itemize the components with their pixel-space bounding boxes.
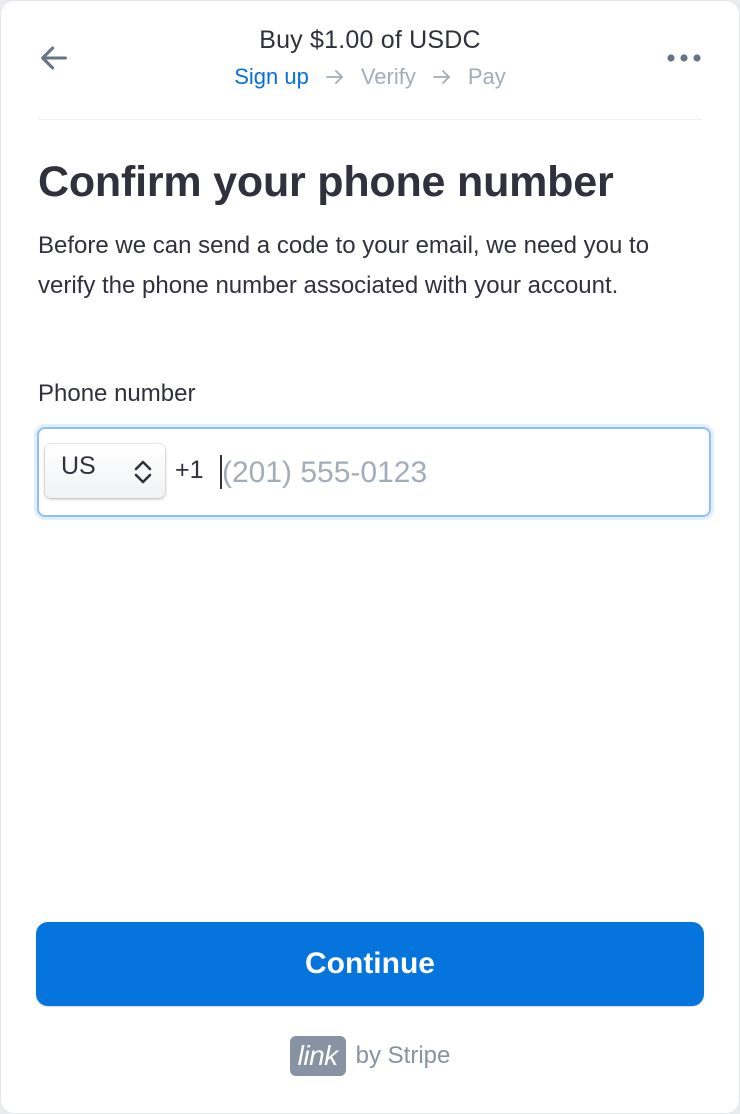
header-title: Buy $1.00 of USDC <box>259 26 481 54</box>
more-options-button[interactable] <box>664 42 704 74</box>
header: Buy $1.00 of USDC Sign up Verify Pay <box>38 0 702 120</box>
by-stripe-text: by Stripe <box>355 1042 451 1069</box>
footer: link by Stripe <box>0 1036 740 1076</box>
select-updown-icon <box>134 460 152 484</box>
step-arrow-icon <box>325 67 345 87</box>
phone-number-label: Phone number <box>38 380 196 407</box>
country-select[interactable]: US <box>45 444 165 498</box>
checkout-panel: Buy $1.00 of USDC Sign up Verify Pay Con… <box>0 0 740 1114</box>
page-title: Confirm your phone number <box>38 158 614 206</box>
step-pay: Pay <box>467 64 506 89</box>
step-arrow-icon <box>432 67 452 87</box>
page-description: Before we can send a code to your email,… <box>38 232 650 299</box>
continue-button[interactable]: Continue <box>36 922 704 1006</box>
more-horizontal-icon <box>667 54 701 62</box>
country-code: US <box>61 452 96 480</box>
link-logo: link <box>289 1036 346 1076</box>
step-sign-up: Sign up <box>234 64 309 89</box>
progress-steps: Sign up Verify Pay <box>38 64 702 90</box>
dial-code: +1 <box>175 456 204 484</box>
step-verify: Verify <box>360 64 416 89</box>
phone-number-field[interactable]: US +1 <box>37 427 711 517</box>
phone-number-input[interactable] <box>222 449 692 497</box>
